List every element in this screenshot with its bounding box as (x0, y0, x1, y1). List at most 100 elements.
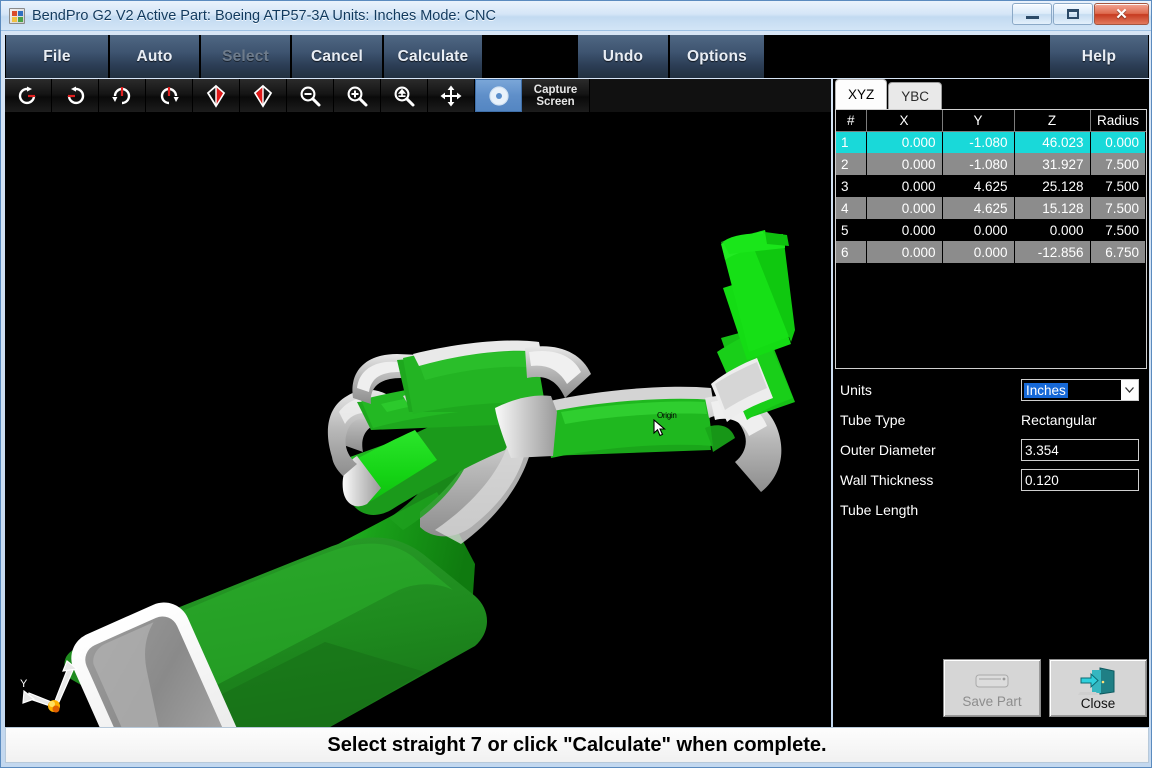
cell-y: -1.080 (942, 153, 1014, 175)
toolbar-button-zoom-out[interactable] (287, 79, 334, 112)
tube-3d-viewport[interactable]: Origin X Y (5, 112, 831, 727)
cell-x: 0.000 (866, 175, 942, 197)
outer-diameter-input[interactable]: 3.354 (1021, 439, 1139, 461)
cell-radius: 6.750 (1090, 241, 1146, 263)
table-header-y[interactable]: Y (942, 110, 1014, 131)
zoom-out-icon (298, 84, 322, 108)
rotate-down-icon (157, 84, 181, 108)
toolbar-button-rotate-down[interactable] (146, 79, 193, 112)
cell-x: 0.000 (866, 131, 942, 153)
table-row[interactable]: 60.0000.000-12.8566.750 (836, 241, 1146, 263)
menu-item-undo[interactable]: Undo (577, 35, 669, 78)
pan-move-icon (439, 84, 463, 108)
cell-index: 3 (836, 175, 866, 197)
menu-item-label: Auto (136, 48, 172, 66)
table-row[interactable]: 40.0004.62515.1287.500 (836, 197, 1146, 219)
part-data-panel: XYZYBC #XYZRadius 10.000-1.08046.0230.00… (833, 79, 1149, 727)
toolbar-button-rotate-right[interactable] (5, 79, 52, 112)
menu-bar: File Auto Select CancelCalculate Undo Options… (5, 35, 1149, 78)
table-header-radius[interactable]: Radius (1090, 110, 1146, 131)
table-row[interactable]: 50.0000.0000.0007.500 (836, 219, 1146, 241)
cell-radius: 7.500 (1090, 175, 1146, 197)
view-toolbar: CaptureScreen (5, 79, 831, 112)
chevron-down-icon[interactable] (1121, 380, 1138, 400)
save-part-label: Save Part (962, 694, 1021, 709)
wall-thickness-input[interactable]: 0.120 (1021, 469, 1139, 491)
maximize-button[interactable] (1053, 3, 1093, 25)
zoom-fit-icon (392, 84, 416, 108)
property-row-units: Units Inches (835, 375, 1147, 405)
menu-item-cancel[interactable]: Cancel (291, 35, 383, 78)
cell-z: -12.856 (1014, 241, 1090, 263)
outer-diameter-label: Outer Diameter (835, 442, 1021, 458)
cell-x: 0.000 (866, 197, 942, 219)
units-select[interactable]: Inches (1021, 379, 1139, 401)
table-header-x[interactable]: X (866, 110, 942, 131)
cell-z: 31.927 (1014, 153, 1090, 175)
window-title: BendPro G2 V2 Active Part: Boeing ATP57-… (32, 8, 496, 24)
toolbar-button-pan-move[interactable] (428, 79, 475, 112)
maximize-icon (1067, 9, 1079, 19)
cell-radius: 7.500 (1090, 153, 1146, 175)
cell-y: 0.000 (942, 219, 1014, 241)
menu-item-help[interactable]: Help (1049, 35, 1149, 78)
title-bar: BendPro G2 V2 Active Part: Boeing ATP57-… (1, 1, 1152, 31)
capture-screen-button[interactable]: CaptureScreen (522, 79, 590, 112)
capture-screen-label-1: Capture (534, 84, 577, 96)
menu-spacer (483, 35, 577, 78)
rotate-right-icon (16, 84, 40, 108)
toolbar-button-zoom-in[interactable] (334, 79, 381, 112)
menu-item-label: Undo (603, 48, 643, 66)
coordinate-table-container[interactable]: #XYZRadius 10.000-1.08046.0230.00020.000… (835, 109, 1147, 369)
toolbar-button-rotate-up[interactable] (99, 79, 146, 112)
toolbar-button-flip-vertical[interactable] (240, 79, 287, 112)
property-row-outer-diameter: Outer Diameter 3.354 (835, 435, 1147, 465)
axis-indicator: X Y (17, 637, 97, 717)
toolbar-button-center-target[interactable] (475, 79, 522, 112)
cell-y: 0.000 (942, 241, 1014, 263)
menu-item-select[interactable]: Select (200, 35, 291, 78)
cell-z: 25.128 (1014, 175, 1090, 197)
rotate-left-icon (63, 84, 87, 108)
cell-index: 1 (836, 131, 866, 153)
application-window: BendPro G2 V2 Active Part: Boeing ATP57-… (0, 0, 1152, 768)
window-controls: ✕ (1011, 3, 1149, 25)
cell-z: 0.000 (1014, 219, 1090, 241)
panel-action-buttons: Save Part Close (943, 659, 1147, 717)
save-part-button[interactable]: Save Part (943, 659, 1041, 717)
close-window-button[interactable]: ✕ (1094, 3, 1149, 25)
zoom-in-icon (345, 84, 369, 108)
menu-item-calculate[interactable]: Calculate (383, 35, 483, 78)
menu-item-label: File (43, 48, 71, 66)
cell-z: 46.023 (1014, 131, 1090, 153)
panel-tabs: XYZ YBC (835, 79, 943, 109)
tab-label: XYZ (848, 87, 874, 102)
minimize-button[interactable] (1012, 3, 1052, 25)
table-row[interactable]: 30.0004.62525.1287.500 (836, 175, 1146, 197)
menu-item-auto[interactable]: Auto (109, 35, 200, 78)
flip-vertical-icon (251, 84, 275, 108)
table-header-number[interactable]: # (836, 110, 866, 131)
toolbar-button-flip-horizontal[interactable] (193, 79, 240, 112)
status-bar: Select straight 7 or click "Calculate" w… (5, 727, 1149, 763)
toolbar-button-zoom-fit[interactable] (381, 79, 428, 112)
table-row[interactable]: 20.000-1.08031.9277.500 (836, 153, 1146, 175)
property-row-tube-type: Tube Type Rectangular (835, 405, 1147, 435)
cell-index: 4 (836, 197, 866, 219)
tab-xyz[interactable]: XYZ (835, 79, 887, 109)
mouse-cursor-icon (653, 419, 669, 437)
minimize-icon (1026, 16, 1039, 19)
close-button[interactable]: Close (1049, 659, 1147, 717)
viewport-container: CaptureScreen (5, 79, 831, 727)
table-header-row: #XYZRadius (836, 110, 1146, 131)
cell-x: 0.000 (866, 219, 942, 241)
menu-item-file[interactable]: File (5, 35, 109, 78)
menu-item-options[interactable]: Options (669, 35, 765, 78)
close-label: Close (1081, 696, 1116, 711)
tab-ybc[interactable]: YBC (888, 82, 942, 109)
table-header-z[interactable]: Z (1014, 110, 1090, 131)
table-row[interactable]: 10.000-1.08046.0230.000 (836, 131, 1146, 153)
menu-item-label: Select (222, 48, 269, 66)
toolbar-button-rotate-left[interactable] (52, 79, 99, 112)
tube-length-label: Tube Length (835, 502, 1021, 518)
